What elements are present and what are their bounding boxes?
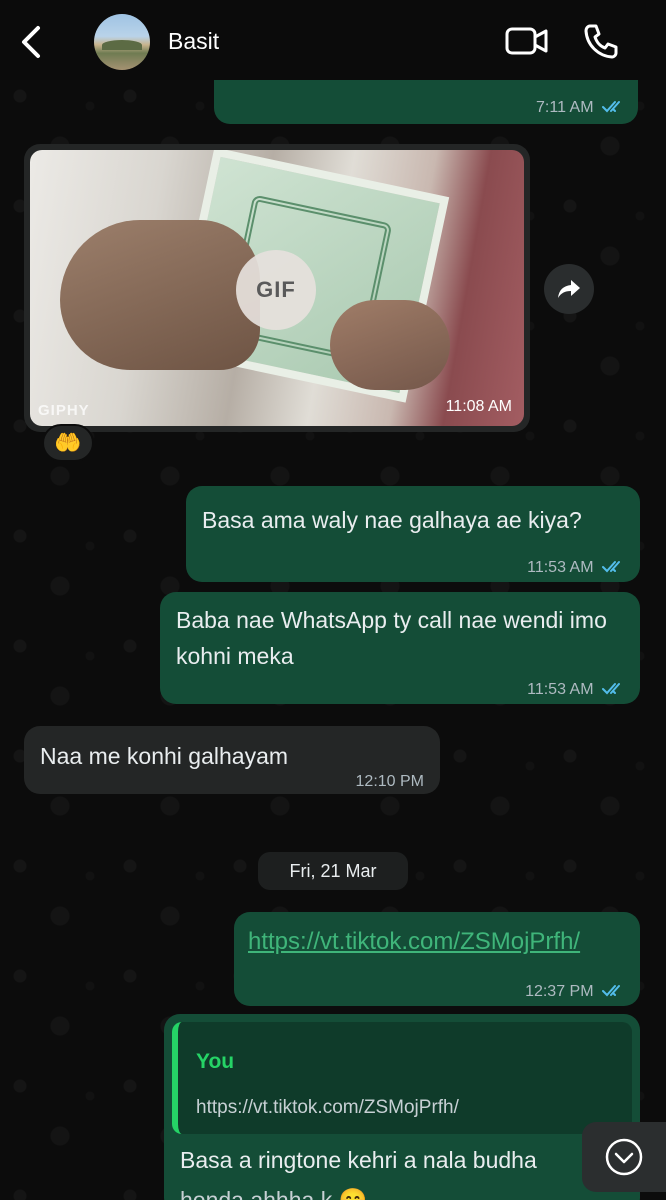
incoming-message[interactable]: Naa me konhi galhayam 12:10 PM [24,726,440,794]
message-link[interactable]: https://vt.tiktok.com/ZSMojPrfh/ [248,924,580,960]
video-camera-icon [505,27,548,55]
message-text: Basa ama waly nae galhaya ae kiya? [202,507,582,533]
chevron-down-circle-icon [605,1138,643,1176]
chevron-left-icon [22,26,40,58]
quote-text: https://vt.tiktok.com/ZSMojPrfh/ [196,1097,459,1118]
contact-name[interactable]: Basit [168,28,219,55]
giphy-logo: GIPHY [38,402,90,419]
double-check-icon [602,101,620,113]
outgoing-message[interactable]: Basa ama waly nae galhaya ae kiya? 11:53… [186,486,640,582]
outgoing-message[interactable]: https://vt.tiktok.com/ZSMojPrfh/ 12:37 P… [234,912,640,1006]
gif-play-badge[interactable]: GIF [236,250,316,330]
gif-image[interactable]: GIF GIPHY 11:08 AM [30,150,524,426]
video-call-button[interactable] [505,26,549,56]
message-text: Baba nae WhatsApp ty call nae wendi imo … [176,607,607,669]
forward-button[interactable] [544,264,594,314]
message-meta: 11:53 AM [527,550,626,586]
chat-header: Basit [0,0,666,80]
message-time: 12:10 PM [355,773,424,790]
date-separator: Fri, 21 Mar [258,852,408,890]
message-time: 11:53 AM [527,681,594,698]
gif-message[interactable]: GIF GIPHY 11:08 AM [24,144,530,432]
phone-icon [584,24,618,59]
forward-arrow-icon [558,280,580,298]
double-check-icon [602,985,620,997]
hand-illustration [60,220,260,370]
message-meta: 12:37 PM [525,974,626,1010]
message-meta: 11:53 AM [527,672,626,708]
back-button[interactable] [14,22,48,62]
quote-author: You [196,1050,235,1073]
scroll-to-bottom-button[interactable] [582,1122,666,1192]
message-text-partial: honda ahhha k 😊 [180,1187,368,1200]
avatar[interactable] [94,14,150,70]
double-check-icon [602,683,620,695]
voice-call-button[interactable] [582,22,620,60]
double-check-icon [602,561,620,573]
message-time: 11:08 AM [445,398,512,415]
message-text: Naa me konhi galhayam [40,743,289,769]
reaction-emoji[interactable]: 🤲 [42,424,94,462]
message-meta: 7:11 AM [536,90,626,126]
message-time: 12:37 PM [525,983,594,1000]
message-text: Basa a ringtone kehri a nala budha [180,1147,537,1173]
message-time: 7:11 AM [536,99,594,116]
hand-illustration [330,300,450,390]
quoted-message[interactable]: You https://vt.tiktok.com/ZSMojPrfh/ [172,1022,632,1134]
outgoing-message[interactable]: Baba nae WhatsApp ty call nae wendi imo … [160,592,640,704]
outgoing-reply-message[interactable]: You https://vt.tiktok.com/ZSMojPrfh/ Bas… [164,1014,640,1200]
message-time: 11:53 AM [527,559,594,576]
